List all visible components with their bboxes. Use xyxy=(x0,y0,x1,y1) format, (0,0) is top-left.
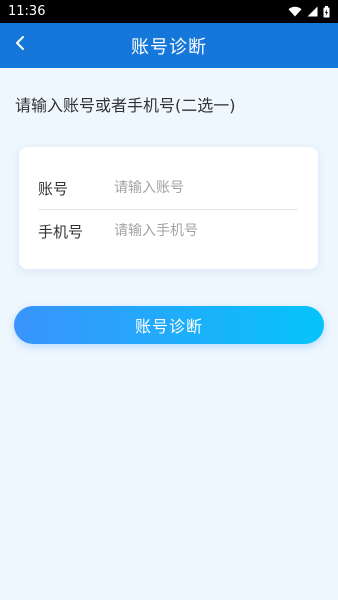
status-icons xyxy=(288,5,330,18)
diagnose-button-label: 账号诊断 xyxy=(134,317,203,336)
account-label: 账号 xyxy=(38,179,69,198)
diagnose-button[interactable]: 账号诊断 xyxy=(14,306,324,344)
app-header: 账号诊断 xyxy=(0,23,338,68)
battery-icon xyxy=(323,5,330,18)
chevron-left-icon xyxy=(14,35,26,55)
diagnosis-form-card: 账号 手机号 xyxy=(19,147,318,269)
account-row: 账号 xyxy=(38,167,298,209)
phone-label: 手机号 xyxy=(38,222,84,241)
instruction-text: 请输入账号或者手机号(二选一) xyxy=(15,96,236,115)
phone-input[interactable] xyxy=(114,223,284,239)
wifi-icon xyxy=(288,6,302,17)
status-bar: 11:36 xyxy=(0,0,338,23)
account-input[interactable] xyxy=(114,180,284,196)
phone-row: 手机号 xyxy=(38,210,298,252)
status-time: 11:36 xyxy=(8,4,46,19)
signal-icon xyxy=(307,6,318,17)
back-button[interactable] xyxy=(4,29,36,61)
page-title: 账号诊断 xyxy=(131,36,207,58)
